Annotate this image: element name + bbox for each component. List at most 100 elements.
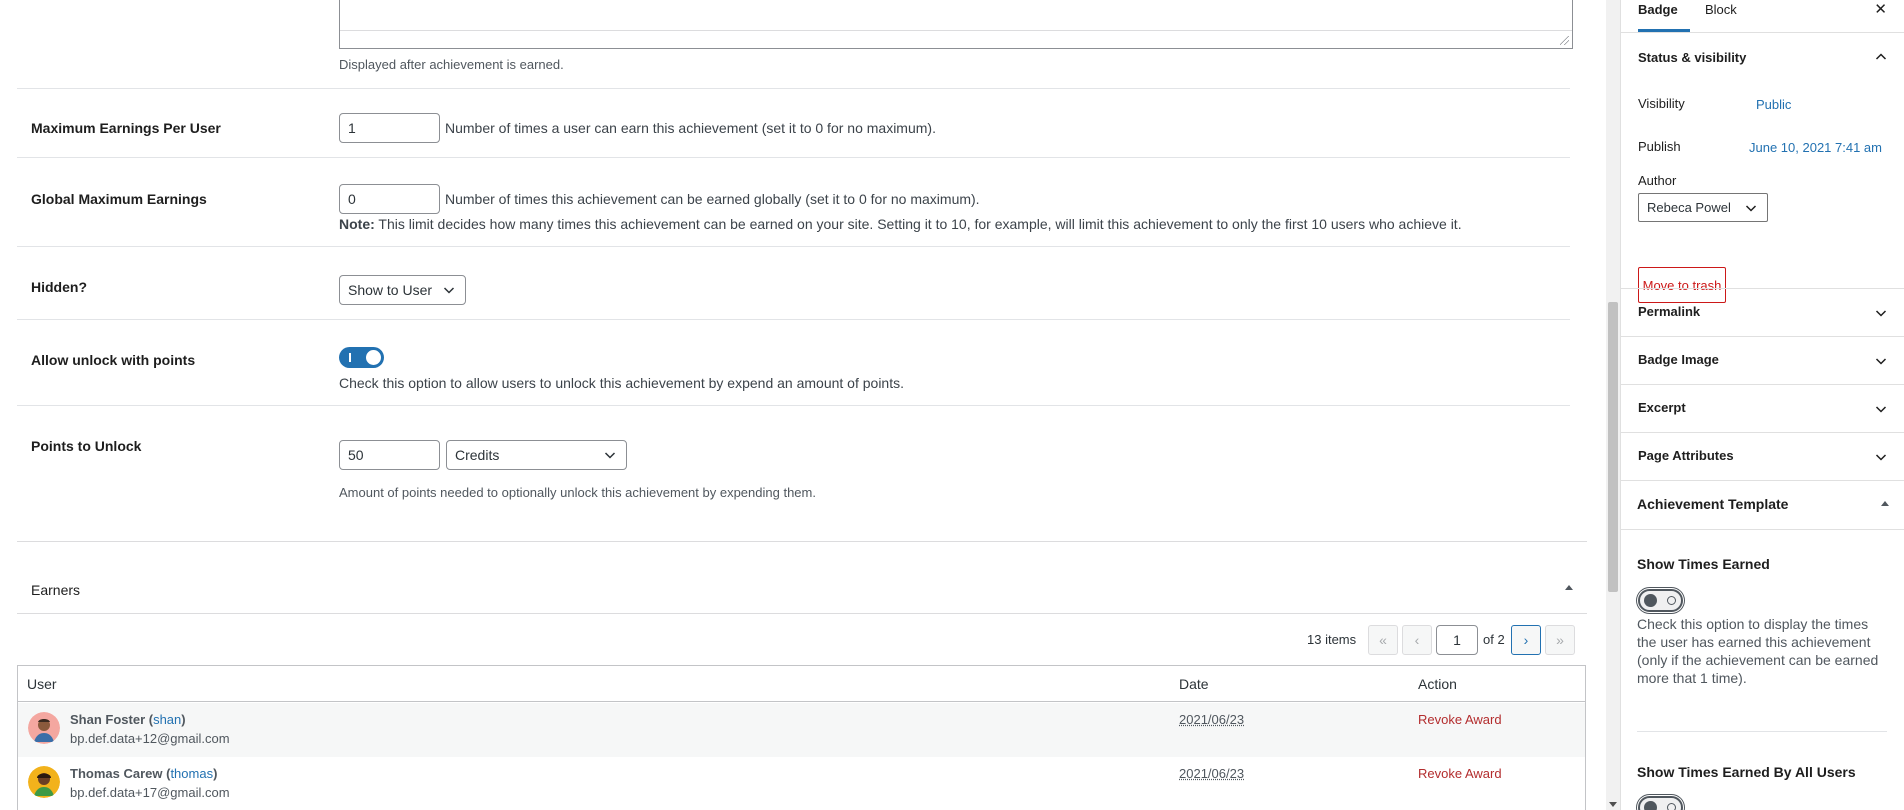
badge-image-panel[interactable]: Badge Image — [1621, 336, 1904, 384]
toggle-knob — [366, 350, 381, 365]
global-max-earnings-label: Global Maximum Earnings — [31, 191, 207, 207]
show-times-earned-toggle[interactable] — [1638, 589, 1683, 612]
status-visibility-panel: Status & visibility Visibility Public Pu… — [1621, 32, 1904, 320]
first-page-button[interactable]: « — [1368, 625, 1398, 655]
allow-unlock-description: Check this option to allow users to unlo… — [339, 375, 904, 391]
excerpt-panel[interactable]: Excerpt — [1621, 384, 1904, 432]
badge-image-title: Badge Image — [1638, 352, 1719, 367]
award-date: 2021/06/23 — [1179, 766, 1245, 781]
note-text: This limit decides how many times this a… — [378, 216, 1462, 232]
column-date: Date — [1179, 676, 1209, 692]
divider — [1637, 731, 1887, 732]
allow-unlock-toggle[interactable] — [339, 347, 384, 368]
revoke-award-link[interactable]: Revoke Award — [1418, 766, 1502, 781]
award-date: 2021/06/23 — [1179, 712, 1245, 727]
chevron-up-icon[interactable] — [1873, 49, 1889, 65]
toggle-off-indicator-icon — [1667, 596, 1676, 605]
close-icon[interactable]: ✕ — [1874, 0, 1887, 18]
tab-block[interactable]: Block — [1705, 0, 1737, 32]
total-pages: of 2 — [1483, 632, 1505, 647]
publish-date-button[interactable]: June 10, 2021 7:41 am — [1749, 140, 1882, 155]
collapse-up-icon — [1881, 501, 1889, 506]
prev-page-button[interactable]: ‹ — [1402, 625, 1432, 655]
toggle-knob — [1644, 801, 1657, 810]
collapse-up-icon[interactable] — [1565, 585, 1573, 590]
global-max-earnings-description: Number of times this achievement can be … — [445, 191, 980, 207]
show-times-earned-all-label: Show Times Earned By All Users — [1637, 764, 1856, 780]
author-select[interactable]: Rebeca Powel — [1638, 193, 1768, 222]
author-label: Author — [1638, 173, 1677, 188]
chevron-down-icon — [1875, 406, 1887, 413]
main-scrollbar[interactable] — [1606, 0, 1620, 810]
revoke-award-link[interactable]: Revoke Award — [1418, 712, 1502, 727]
hidden-select-value: Show to User — [348, 282, 433, 298]
visibility-value-button[interactable]: Public — [1756, 97, 1791, 112]
achievement-template-title: Achievement Template — [1637, 496, 1789, 512]
textarea-status-bar — [340, 30, 1572, 48]
user-email: bp.def.data+17@gmail.com — [70, 785, 230, 800]
hidden-label: Hidden? — [31, 279, 87, 295]
chevron-down-icon — [1875, 454, 1887, 461]
excerpt-title: Excerpt — [1638, 400, 1686, 415]
current-page-input[interactable] — [1436, 625, 1478, 655]
textarea-description: Displayed after achievement is earned. — [339, 57, 564, 72]
editor-main: Displayed after achievement is earned. M… — [0, 0, 1606, 810]
column-action: Action — [1418, 676, 1457, 692]
divider — [17, 405, 1570, 406]
toggle-off-indicator-icon — [1667, 803, 1676, 810]
publish-label: Publish — [1638, 139, 1681, 154]
column-user: User — [27, 676, 57, 692]
global-max-earnings-note: Note: This limit decides how many times … — [339, 216, 1462, 232]
author-select-value: Rebeca Powel — [1647, 200, 1731, 215]
divider — [17, 319, 1570, 320]
hidden-select[interactable]: Show to User — [339, 275, 466, 305]
page-attributes-panel[interactable]: Page Attributes — [1621, 432, 1904, 480]
user-login-link[interactable]: shan — [153, 712, 181, 727]
scrollbar-thumb[interactable] — [1608, 302, 1618, 592]
user-login-link[interactable]: thomas — [170, 766, 213, 781]
page-attributes-title: Page Attributes — [1638, 448, 1734, 463]
settings-sidebar: Badge Block ✕ Status & visibility Visibi… — [1620, 0, 1904, 810]
user-name: Thomas Carew (thomas) — [70, 766, 218, 781]
chevron-down-icon — [1875, 358, 1887, 365]
chevron-down-icon — [1875, 310, 1887, 317]
earners-title: Earners — [31, 582, 81, 598]
show-times-earned-all-toggle[interactable] — [1638, 796, 1683, 810]
points-to-unlock-description: Amount of points needed to optionally un… — [339, 485, 816, 500]
last-page-button[interactable]: » — [1545, 625, 1575, 655]
chevron-down-icon — [604, 452, 616, 459]
earners-table: User Date Action Shan Foster (shan) bp.d… — [17, 665, 1586, 810]
achievement-template-header[interactable]: Achievement Template — [1621, 480, 1904, 530]
table-header: User Date Action — [18, 666, 1585, 702]
visibility-label: Visibility — [1638, 96, 1685, 111]
points-to-unlock-input[interactable] — [339, 440, 440, 470]
divider — [17, 157, 1570, 158]
avatar — [28, 766, 60, 798]
toggle-knob — [1644, 594, 1657, 607]
user-name: Shan Foster (shan) — [70, 712, 186, 727]
scroll-down-icon[interactable] — [1609, 802, 1617, 807]
status-visibility-title[interactable]: Status & visibility — [1638, 50, 1746, 65]
table-row: Thomas Carew (thomas) bp.def.data+17@gma… — [18, 757, 1585, 810]
permalink-panel[interactable]: Permalink — [1621, 288, 1904, 336]
tab-badge[interactable]: Badge — [1638, 0, 1690, 32]
global-max-earnings-input[interactable] — [339, 184, 440, 214]
note-label: Note: — [339, 216, 375, 232]
congratulation-textarea[interactable] — [339, 0, 1573, 49]
show-times-earned-label: Show Times Earned — [1637, 556, 1770, 572]
permalink-title: Permalink — [1638, 304, 1701, 319]
toggle-on-indicator-icon — [349, 353, 351, 362]
resize-handle-icon[interactable] — [1560, 36, 1569, 45]
divider — [17, 88, 1570, 89]
points-to-unlock-label: Points to Unlock — [31, 438, 142, 454]
divider — [17, 246, 1570, 247]
next-page-button[interactable]: › — [1511, 625, 1541, 655]
max-earnings-description: Number of times a user can earn this ach… — [445, 120, 936, 136]
earners-panel-header[interactable]: Earners — [17, 541, 1587, 614]
max-earnings-input[interactable] — [339, 113, 440, 143]
max-earnings-label: Maximum Earnings Per User — [31, 120, 221, 136]
points-type-select[interactable]: Credits — [446, 440, 627, 470]
allow-unlock-label: Allow unlock with points — [31, 352, 196, 368]
show-times-earned-description: Check this option to display the times t… — [1637, 616, 1879, 686]
chevron-down-icon — [1745, 204, 1757, 212]
